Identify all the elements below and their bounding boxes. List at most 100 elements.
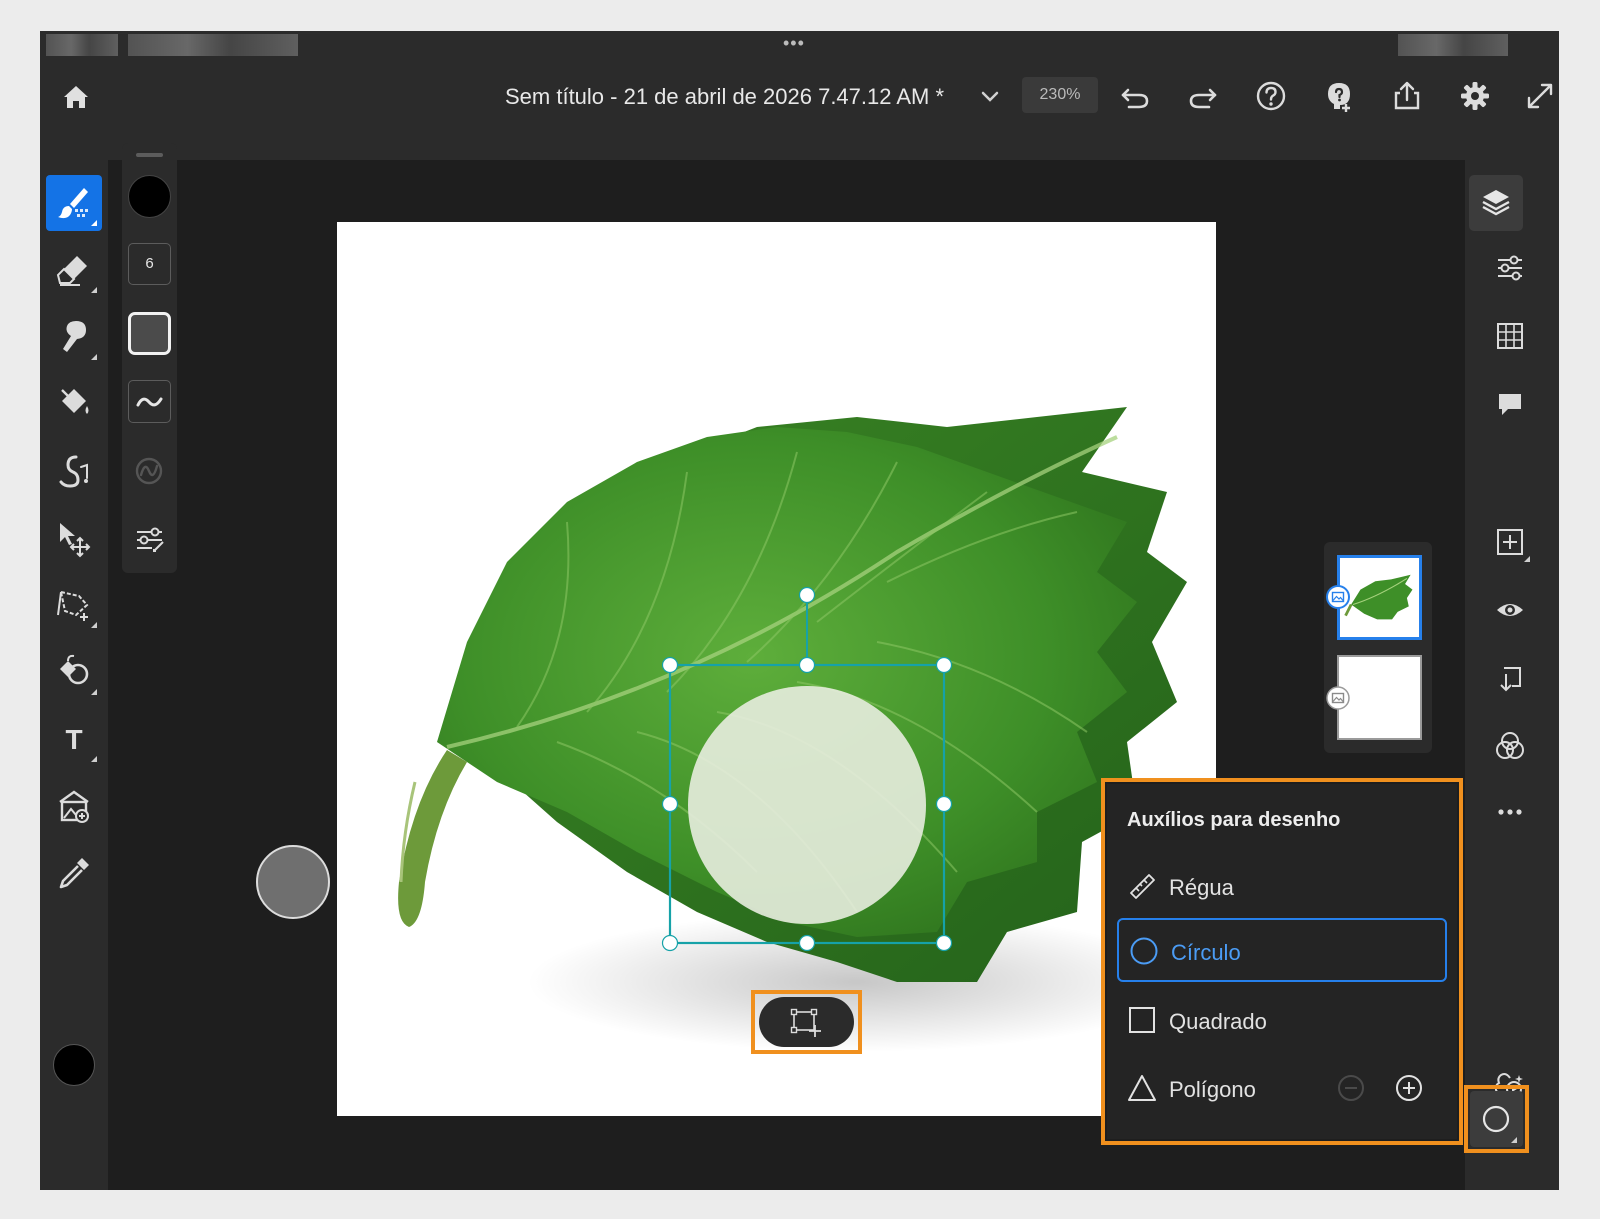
comments-button[interactable] (1490, 384, 1530, 424)
brush-settings-icon (137, 527, 164, 552)
visibility-button[interactable] (1490, 590, 1530, 630)
status-strip: ••• (40, 31, 1559, 59)
more-button[interactable] (1490, 792, 1530, 832)
eye-icon (1497, 604, 1523, 616)
more-icon (1498, 809, 1522, 815)
app-window: ••• Sem título - 21 de abril de 2026 7.4… (40, 31, 1559, 1190)
brush-color-swatch[interactable] (128, 175, 171, 218)
blurred-status-left-2 (128, 34, 298, 56)
document-canvas[interactable] (337, 222, 1216, 1116)
drawing-aids-icon (1482, 1105, 1517, 1143)
eyedropper-tool[interactable] (46, 845, 102, 901)
comments-icon (1499, 394, 1521, 415)
add-layer-button[interactable] (1490, 522, 1530, 562)
download-button[interactable] (1490, 658, 1530, 698)
drawing-aid-ruler[interactable]: Régua (1117, 855, 1447, 919)
undo-icon (1121, 88, 1149, 109)
fill-tool[interactable] (46, 376, 102, 432)
brush-size-field[interactable]: 6 (128, 243, 171, 285)
layers-panel (1324, 542, 1432, 753)
lasso-tool[interactable] (46, 577, 102, 633)
svg-text:T: T (65, 724, 82, 755)
eyedropper-icon (59, 858, 89, 889)
transform-drawing-aid-button[interactable] (759, 997, 854, 1047)
blend-mode-button[interactable] (1490, 726, 1530, 766)
smoothing-icon (136, 397, 163, 407)
move-tool[interactable] (46, 510, 102, 566)
tool-variants-indicator (91, 287, 97, 293)
transform-icon (790, 1008, 821, 1037)
drawing-aids-toggle-button[interactable] (1470, 1091, 1523, 1147)
brush-settings-panel: 6 (122, 143, 177, 573)
primary-color-swatch[interactable] (53, 1044, 95, 1086)
share-icon (1394, 81, 1420, 110)
grid-icon (1497, 323, 1523, 349)
tool-variants-indicator (91, 756, 97, 762)
type-tool[interactable]: T (46, 711, 102, 767)
top-bar: Sem título - 21 de abril de 2026 7.47.12… (40, 59, 1559, 160)
tool-variants-indicator (91, 220, 97, 226)
settings-icon (1461, 82, 1489, 110)
move-icon (60, 523, 91, 558)
leaf-thumbnail-image (1344, 574, 1413, 620)
home-button[interactable] (56, 77, 96, 117)
zoom-level[interactable]: 230% (1022, 77, 1098, 113)
fullscreen-icon (1527, 83, 1553, 109)
image-layer-icon (1326, 585, 1350, 609)
left-toolbar: T (40, 160, 108, 1190)
redo-icon (1189, 88, 1217, 109)
drawing-aid-label: Régua (1169, 875, 1234, 900)
layers-icon (1482, 190, 1510, 216)
chevron-down-icon (981, 91, 999, 102)
adjustments-button[interactable] (1490, 248, 1530, 288)
pressure-icon (135, 457, 163, 485)
polygon-sides-increase-button[interactable] (1394, 1073, 1424, 1103)
undo-button[interactable] (1115, 76, 1155, 116)
fullscreen-button[interactable] (1520, 76, 1559, 116)
tool-variants-indicator (91, 689, 97, 695)
settings-button[interactable] (1455, 76, 1495, 116)
drawing-aid-polygon[interactable]: Polígono (1117, 1057, 1447, 1121)
panel-drag-handle[interactable] (136, 153, 163, 157)
smudge-tool[interactable] (46, 309, 102, 365)
adjustments-icon (1498, 255, 1522, 281)
blurred-status-right (1398, 34, 1508, 56)
layers-button[interactable] (1469, 175, 1523, 231)
document-title[interactable]: Sem título - 21 de abril de 2026 7.47.12… (505, 84, 944, 110)
eraser-tool[interactable] (46, 242, 102, 298)
drawing-aid-label: Quadrado (1169, 1009, 1267, 1034)
drawing-aid-label: Polígono (1169, 1077, 1256, 1102)
square-icon (1129, 1007, 1155, 1033)
grid-button[interactable] (1490, 316, 1530, 356)
polygon-sides-decrease-button[interactable] (1336, 1073, 1366, 1103)
smoothing-button[interactable] (128, 380, 171, 423)
paint-bucket-icon (61, 389, 89, 414)
learn-button[interactable] (1319, 76, 1359, 116)
layer-type-badge (1326, 686, 1350, 710)
document-menu-button[interactable] (978, 84, 1002, 108)
add-layer-icon (1497, 529, 1530, 562)
share-button[interactable] (1387, 76, 1427, 116)
learn-icon (1328, 83, 1350, 112)
blurred-status-left (46, 34, 118, 56)
drawing-aid-circle[interactable]: Círculo (1117, 918, 1447, 982)
place-image-icon (59, 790, 89, 823)
blend-icon (1496, 732, 1524, 759)
brush-tool[interactable] (46, 175, 102, 231)
window-drag-handle[interactable]: ••• (783, 33, 805, 54)
drawing-aid-square[interactable]: Quadrado (1117, 989, 1447, 1053)
redo-button[interactable] (1183, 76, 1223, 116)
brush-opacity-swatch[interactable] (128, 312, 171, 355)
touch-shortcut-button[interactable] (256, 845, 330, 919)
clone-tool[interactable] (46, 644, 102, 700)
place-image-tool[interactable] (46, 778, 102, 834)
home-icon (64, 86, 88, 108)
leaf-image (398, 407, 1187, 1052)
healing-tool[interactable] (46, 443, 102, 499)
help-button[interactable] (1251, 76, 1291, 116)
brush-settings-button[interactable] (128, 518, 171, 561)
circle-icon (1130, 937, 1158, 965)
download-icon (1500, 667, 1521, 692)
pressure-button[interactable] (128, 449, 171, 492)
image-layer-icon (1326, 686, 1350, 710)
